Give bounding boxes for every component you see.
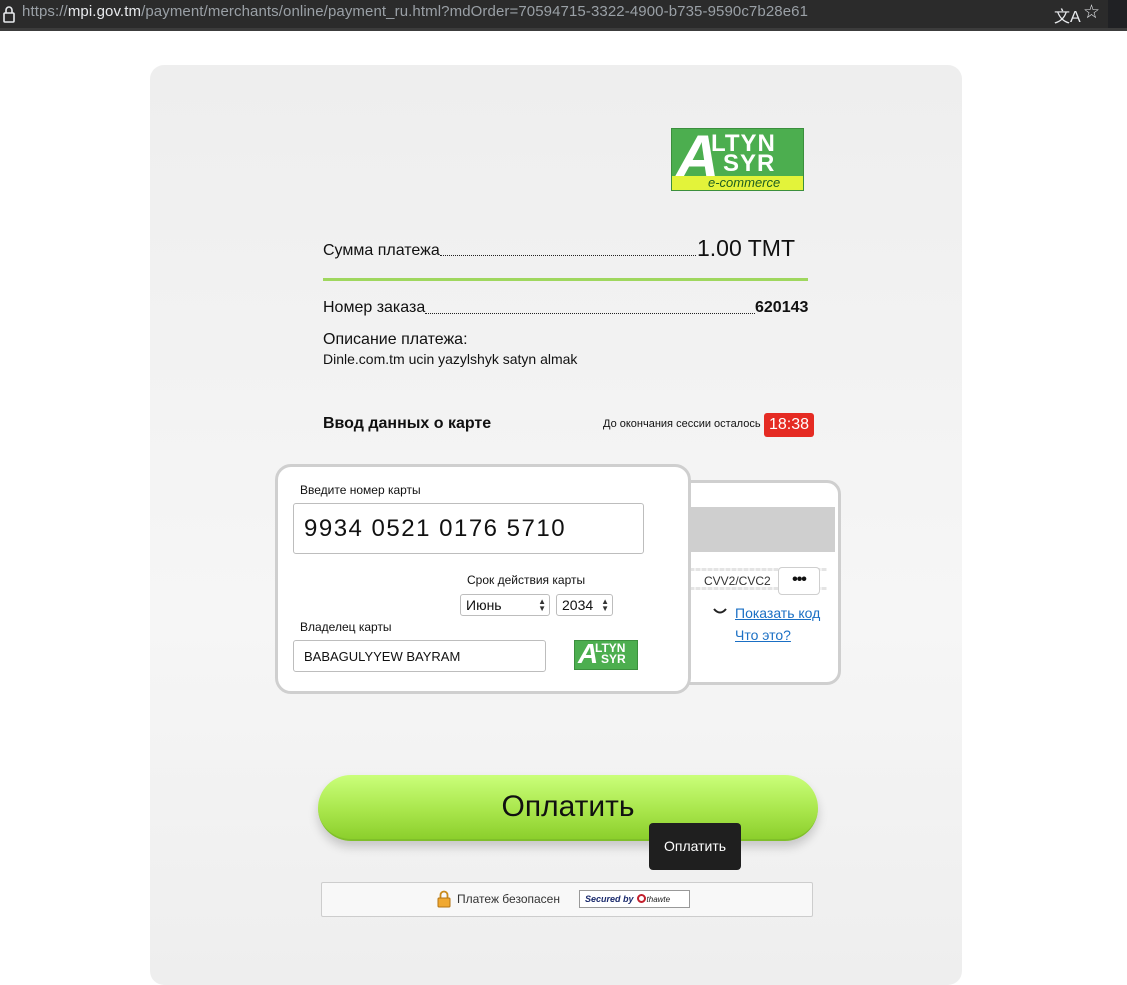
description-label: Описание платежа: [323, 331, 468, 348]
card-number-label: Введите номер карты [300, 483, 421, 497]
logo-line2: SYR [723, 150, 776, 177]
altyn-asyr-logo-small: A LTYN SYR [574, 640, 638, 670]
order-value: 620143 [755, 299, 809, 316]
thawte-logo-icon [636, 894, 646, 903]
cardholder-label: Владелец карты [300, 620, 392, 634]
logo-tagline: e-commerce [708, 175, 781, 190]
what-is-this-link[interactable]: Что это? [735, 627, 791, 643]
altyn-asyr-logo: A LTYN SYR e-commerce [671, 128, 804, 191]
expiry-month-value: Июнь [466, 597, 502, 613]
order-leader-dots [425, 313, 755, 314]
amount-leader-dots [440, 255, 696, 256]
security-info-box [321, 882, 813, 917]
padlock-icon [437, 890, 451, 908]
url-path: /payment/merchants/online/payment_ru.htm… [141, 3, 809, 20]
cardholder-value[interactable]: BABAGULYYEW BAYRAM [304, 649, 460, 664]
magnetic-stripe [690, 507, 835, 552]
cvv-input[interactable]: ••• [778, 567, 820, 595]
expiry-label: Срок действия карты [467, 573, 586, 587]
lock-icon[interactable] [1, 5, 17, 23]
expiry-year-select[interactable]: 2034 ▲ ▼ [556, 594, 613, 616]
url-domain: mpi.gov.tm [67, 3, 142, 20]
show-code-link[interactable]: Показать код [735, 605, 820, 621]
pay-button-label[interactable]: Оплатить [318, 790, 818, 824]
url-text[interactable]: https://mpi.gov.tm/payment/merchants/onl… [22, 3, 808, 20]
thawte-badge[interactable]: Secured by thawte [579, 890, 690, 908]
order-label: Номер заказа [323, 299, 426, 316]
cvv-label: CVV2/CVC2 [704, 574, 771, 588]
badge-brand: thawte [646, 895, 671, 904]
expiry-month-select[interactable]: Июнь ▲ ▼ [460, 594, 550, 616]
tooltip: Оплатить [649, 823, 741, 870]
card-section-title: Ввод данных о карте [323, 415, 492, 432]
session-timer: 18:38 [764, 413, 814, 437]
url-prefix: https:// [22, 3, 68, 20]
secure-payment-text: Платеж безопасен [457, 892, 560, 906]
translate-icon[interactable]: 文A [1054, 3, 1081, 27]
select-arrows-icon: ▲ ▼ [601, 597, 609, 613]
logo-line2: SYR [601, 652, 626, 666]
select-arrows-icon: ▲ ▼ [538, 597, 546, 613]
divider [323, 278, 808, 281]
eye-closed-icon[interactable] [712, 606, 728, 616]
expiry-year-value: 2034 [562, 597, 594, 613]
card-number-value[interactable]: 9934 0521 0176 5710 [304, 515, 566, 543]
star-icon[interactable]: ☆ [1083, 1, 1100, 24]
amount-label: Сумма платежа [323, 242, 440, 259]
badge-prefix: Secured by [585, 894, 634, 904]
session-text: До окончания сессии осталось [603, 418, 761, 430]
description-value: Dinle.com.tm ucin yazylshyk satyn almak [323, 351, 578, 367]
amount-value: 1.00 TMT [697, 235, 795, 261]
